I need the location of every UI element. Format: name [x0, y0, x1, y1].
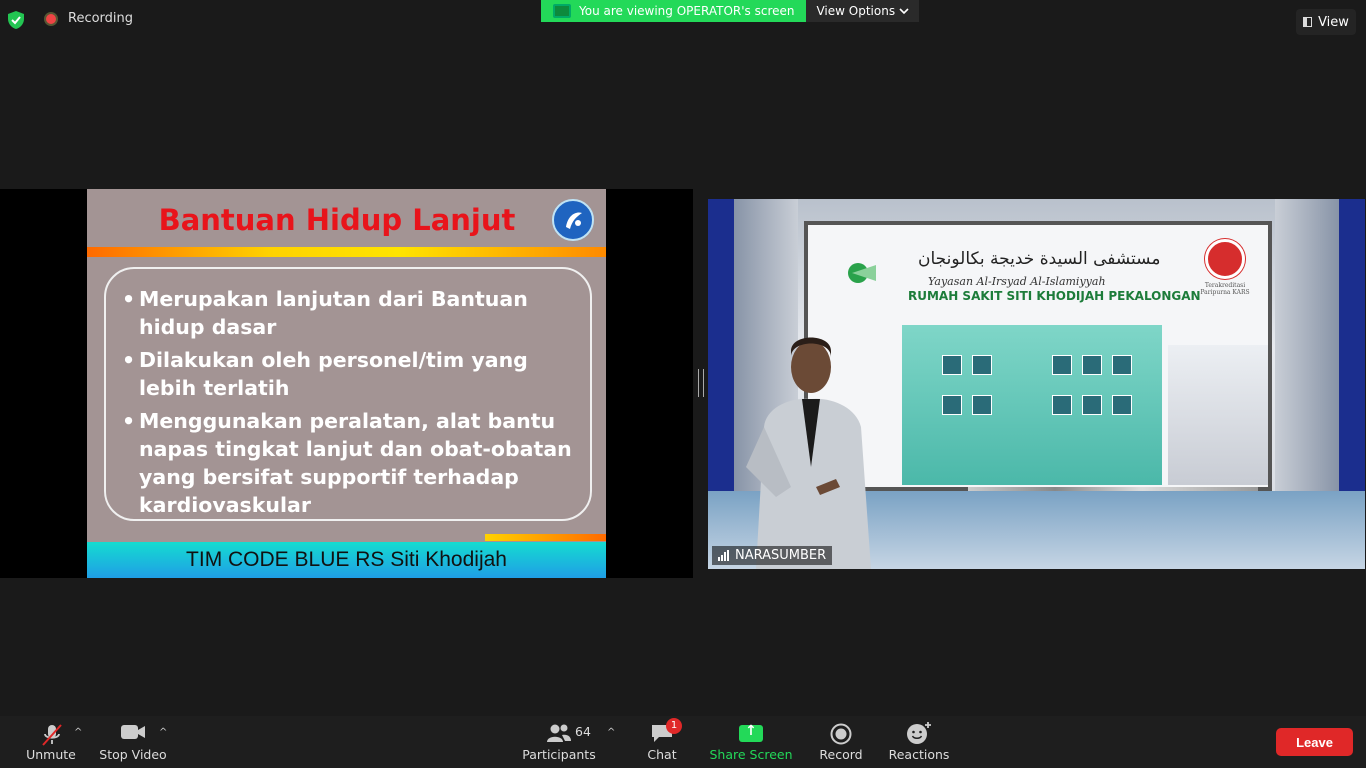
- viewing-screen-text: You are viewing OPERATOR's screen: [579, 4, 795, 18]
- microphone-muted-icon: [42, 724, 62, 746]
- chevron-down-icon: [899, 8, 909, 15]
- window: [1052, 355, 1072, 375]
- hospital-logo-icon: [826, 251, 876, 295]
- unmute-button[interactable]: Unmute: [20, 716, 82, 768]
- view-button[interactable]: View: [1296, 9, 1356, 35]
- bullet-item: Merupakan lanjutan dari Bantuan hidup da…: [122, 285, 578, 341]
- record-icon: [830, 723, 852, 745]
- hospital-building-image: [902, 325, 1162, 485]
- participants-options-caret-icon[interactable]: ^: [607, 727, 615, 738]
- participant-video-tile[interactable]: مستشفى السيدة خديجة بكالونجان Yayasan Al…: [708, 199, 1365, 569]
- kars-text: Terakreditasi Paripurna KARS: [1200, 282, 1250, 296]
- video-camera-icon: [121, 725, 145, 739]
- window: [972, 395, 992, 415]
- window: [942, 355, 962, 375]
- bullet-list: Merupakan lanjutan dari Bantuan hidup da…: [106, 269, 590, 519]
- window: [972, 355, 992, 375]
- bullet-item: Menggunakan peralatan, alat bantu napas …: [122, 407, 578, 519]
- recording-dot-icon: [44, 11, 58, 26]
- view-options-button[interactable]: View Options: [806, 0, 920, 22]
- title-divider: [87, 247, 606, 257]
- kars-accreditation-badge: Terakreditasi Paripurna KARS: [1192, 239, 1258, 296]
- chat-unread-badge: 1: [666, 718, 682, 734]
- share-screen-icon: [739, 723, 763, 742]
- presenter-figure: [746, 337, 871, 569]
- bullet-box: Merupakan lanjutan dari Bantuan hidup da…: [104, 267, 592, 521]
- footer-accent: [485, 534, 606, 541]
- resize-splitter[interactable]: [698, 369, 704, 397]
- backdrop-arabic-text: مستشفى السيدة خديجة بكالونجان: [918, 249, 1161, 269]
- recording-label: Recording: [68, 11, 134, 26]
- chat-button[interactable]: 1 Chat: [640, 716, 684, 768]
- view-label: View: [1318, 14, 1349, 30]
- record-button[interactable]: Record: [816, 716, 866, 768]
- share-screen-label: Share Screen: [709, 747, 793, 762]
- reactions-label: Reactions: [888, 747, 950, 762]
- audio-options-caret-icon[interactable]: ^: [74, 727, 82, 738]
- emoji-add-icon: [907, 722, 931, 744]
- record-label: Record: [819, 747, 863, 762]
- screen-share-banner: You are viewing OPERATOR's screen View O…: [541, 0, 920, 22]
- slide-title: Bantuan Hidup Lanjut: [158, 203, 516, 237]
- unmute-label: Unmute: [26, 747, 76, 762]
- participants-button[interactable]: 64 Participants: [520, 716, 598, 768]
- reactions-button[interactable]: Reactions: [886, 716, 952, 768]
- presentation-slide: Bantuan Hidup Lanjut Merupakan lanjutan …: [87, 189, 606, 578]
- window: [942, 395, 962, 415]
- signal-strength-icon: [718, 550, 729, 561]
- window: [1082, 355, 1102, 375]
- recording-indicator[interactable]: Recording: [44, 11, 133, 26]
- window: [1112, 395, 1132, 415]
- participants-icon: [547, 724, 571, 742]
- backdrop-yayasan-text: Yayasan Al-Irsyad Al-Islamiyyah: [928, 275, 1106, 288]
- meeting-toolbar: Unmute ^ Stop Video ^ 64 Participants ^ …: [0, 716, 1366, 768]
- screen-icon: [553, 4, 571, 18]
- shared-screen: Bantuan Hidup Lanjut Merupakan lanjutan …: [0, 189, 693, 578]
- window: [1112, 355, 1132, 375]
- kars-logo-icon: [1205, 239, 1245, 279]
- video-options-caret-icon[interactable]: ^: [159, 727, 167, 738]
- leave-button[interactable]: Leave: [1276, 728, 1353, 756]
- window: [1082, 395, 1102, 415]
- bullet-item: Dilakukan oleh personel/tim yang lebih t…: [122, 346, 578, 402]
- participant-count: 64: [575, 724, 591, 739]
- view-layout-icon: [1303, 17, 1313, 27]
- stop-video-label: Stop Video: [99, 747, 167, 762]
- participant-name-tag: NARASUMBER: [712, 546, 833, 565]
- share-screen-button[interactable]: Share Screen: [708, 716, 794, 768]
- participants-label: Participants: [522, 747, 596, 762]
- participant-name: NARASUMBER: [735, 548, 827, 563]
- viewing-screen-notice: You are viewing OPERATOR's screen: [541, 0, 807, 22]
- view-options-label: View Options: [816, 4, 896, 18]
- code-blue-logo-icon: [552, 199, 594, 241]
- slide-footer: TIM CODE BLUE RS Siti Khodijah: [87, 542, 606, 578]
- mosque-image: [1168, 345, 1268, 485]
- backdrop-hospital-name: RUMAH SAKIT SITI KHODIJAH PEKALONGAN: [908, 289, 1201, 303]
- window: [1052, 395, 1072, 415]
- chat-label: Chat: [647, 747, 677, 762]
- stop-video-button[interactable]: Stop Video: [96, 716, 170, 768]
- security-shield-icon[interactable]: [6, 10, 26, 30]
